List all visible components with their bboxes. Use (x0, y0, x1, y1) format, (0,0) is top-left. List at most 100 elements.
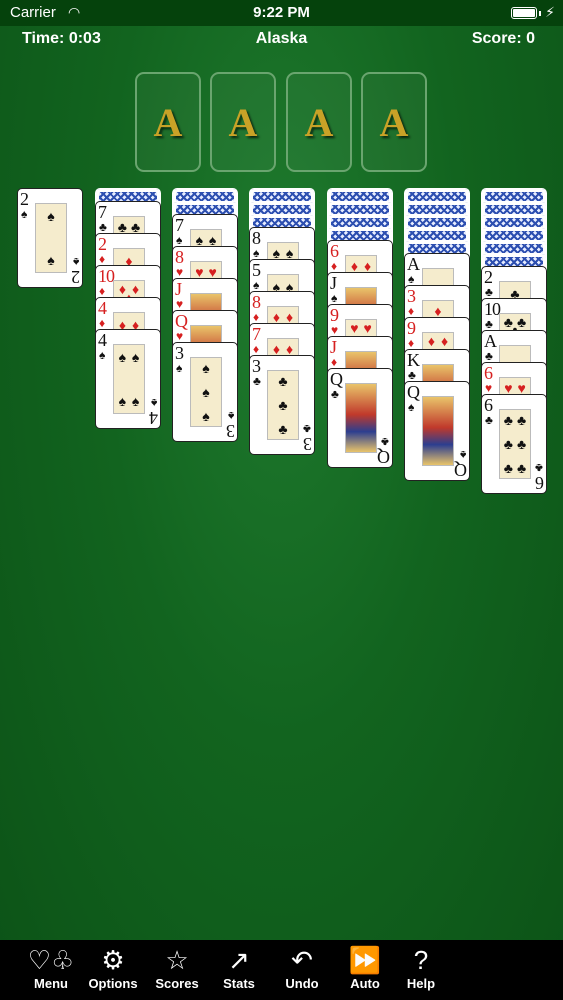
card-pip: ♠ (131, 349, 140, 366)
foundation-ace-label: A (379, 99, 409, 145)
card-rank: 5 (252, 260, 261, 280)
toolbar-label: Scores (155, 976, 199, 991)
card-pip: ♦ (427, 333, 435, 350)
stats-button[interactable]: ↗ Stats (208, 944, 270, 992)
card-rank: 4 (98, 330, 107, 350)
card-pip: ♦ (441, 333, 449, 350)
card-suit-bottom: ♠ (72, 255, 79, 269)
card-pip: ♣ (503, 412, 513, 429)
menu-button[interactable]: ♡♧ Menu (20, 944, 82, 992)
card-rank-bottom: Q (378, 447, 390, 467)
chart-icon: ↗ (228, 945, 250, 975)
foundation-pile-2[interactable]: A (210, 72, 276, 172)
card-face: ♣ ♣ ♣ ♣ ♣ ♣ (499, 409, 531, 479)
card-rank: 6 (484, 363, 493, 383)
playing-card[interactable]: 6 ♣ ♣ ♣ ♣ ♣ ♣ ♣ 6 ♣ (481, 394, 547, 494)
foundation-pile-1[interactable]: A (135, 72, 201, 172)
card-rank: 9 (407, 318, 416, 338)
card-suit: ♦ (99, 316, 106, 330)
scores-button[interactable]: ☆ Scores (146, 944, 208, 992)
card-rank: 9 (330, 305, 339, 325)
card-suit: ♠ (99, 348, 106, 362)
card-pip: ♥ (363, 320, 372, 337)
card-suit: ♠ (408, 400, 415, 414)
card-suit: ♦ (253, 310, 260, 324)
card-rank: 2 (484, 267, 493, 287)
fast-forward-icon: ⏩ (348, 945, 382, 975)
card-rank-bottom: 6 (536, 473, 544, 493)
card-rank: 8 (175, 247, 184, 267)
charging-icon: ⚡ (545, 4, 555, 20)
card-pip: ♠ (285, 244, 294, 261)
card-rank: 3 (175, 343, 184, 363)
toolbar-label: Undo (285, 976, 319, 991)
card-suit: ♦ (408, 336, 415, 350)
foundation-pile-3[interactable]: A (286, 72, 352, 172)
toolbar-label: Options (88, 976, 138, 991)
card-suit: ♠ (176, 233, 183, 247)
playing-card[interactable]: 2 ♠ ♠ ♠ 2 ♠ (17, 188, 83, 288)
card-suit-bottom: ♠ (150, 396, 157, 410)
card-suit: ♦ (253, 342, 260, 356)
game-score: Score: 0 (471, 30, 535, 47)
card-rank: 6 (484, 395, 493, 415)
card-rank: A (407, 254, 420, 274)
playing-card[interactable]: 4 ♠ ♠ ♠ ♠ ♠ 4 ♠ (95, 329, 161, 429)
card-suit: ♦ (331, 259, 338, 273)
card-suit-bottom: ♣ (535, 461, 543, 475)
card-rank: K (407, 350, 420, 370)
options-button[interactable]: ⚙ Options (82, 944, 144, 992)
card-suit: ♥ (176, 297, 184, 311)
card-pip: ♣ (517, 459, 527, 476)
card-rank: Q (175, 311, 188, 331)
card-pip: ♠ (118, 392, 127, 409)
card-suit: ♥ (176, 265, 184, 279)
card-suit: ♣ (253, 374, 261, 388)
card-rank: 2 (98, 234, 107, 254)
card-pip: ♣ (503, 459, 513, 476)
playing-card[interactable]: Q ♠ Q ♠ (404, 381, 470, 481)
card-pip: ♠ (47, 251, 55, 268)
card-suit: ♥ (176, 329, 184, 343)
card-suit: ♠ (253, 246, 260, 260)
battery-cap (539, 11, 541, 16)
help-button[interactable]: ? Help (390, 944, 452, 992)
card-pip: ♦ (286, 308, 294, 325)
card-rank: 10 (484, 299, 501, 319)
card-rank: 6 (330, 241, 339, 261)
card-rank: 3 (407, 286, 416, 306)
battery-icon (511, 7, 537, 19)
card-rank-bottom: 3 (304, 434, 312, 454)
card-rank: 7 (175, 215, 184, 235)
auto-button[interactable]: ⏩ Auto (334, 944, 396, 992)
card-suit-bottom: ♣ (381, 435, 389, 449)
help-icon: ? (413, 945, 429, 975)
toolbar-label: Help (406, 976, 436, 991)
card-suit: ♣ (485, 317, 493, 331)
playing-card[interactable]: 3 ♠ ♠ ♠ ♠ 3 ♠ (172, 342, 238, 442)
card-suit-bottom: ♠ (227, 409, 234, 423)
card-suit: ♣ (485, 285, 493, 299)
card-suit: ♦ (408, 304, 415, 318)
star-icon: ☆ (165, 945, 189, 975)
playing-card[interactable]: 3 ♣ ♣ ♣ ♣ 3 ♣ (249, 355, 315, 455)
menu-suits-icon: ♡♧ (27, 945, 75, 975)
card-rank: J (175, 279, 182, 299)
foundation-pile-4[interactable]: A (361, 72, 427, 172)
foundation-ace-label: A (304, 99, 334, 145)
foundation-ace-label: A (228, 99, 258, 145)
card-pip: ♠ (131, 392, 140, 409)
card-rank: 7 (252, 324, 261, 344)
card-rank: Q (330, 369, 343, 389)
card-pip: ♣ (503, 436, 513, 452)
card-suit: ♠ (253, 278, 260, 292)
court-figure (422, 396, 454, 466)
status-bar: Carrier ◠ 9:22 PM ⚡ (0, 0, 563, 26)
card-suit: ♣ (485, 413, 493, 427)
undo-button[interactable]: ↶ Undo (271, 944, 333, 992)
playing-card[interactable]: Q ♣ Q ♣ (327, 368, 393, 468)
card-pip: ♦ (132, 281, 140, 298)
bottom-toolbar: ♡♧ Menu ⚙ Options ☆ Scores ↗ Stats ↶ Undo ⏩ Auto? He… (0, 940, 563, 1000)
card-suit: ♥ (331, 323, 339, 337)
card-suit-bottom: ♠ (459, 448, 466, 462)
